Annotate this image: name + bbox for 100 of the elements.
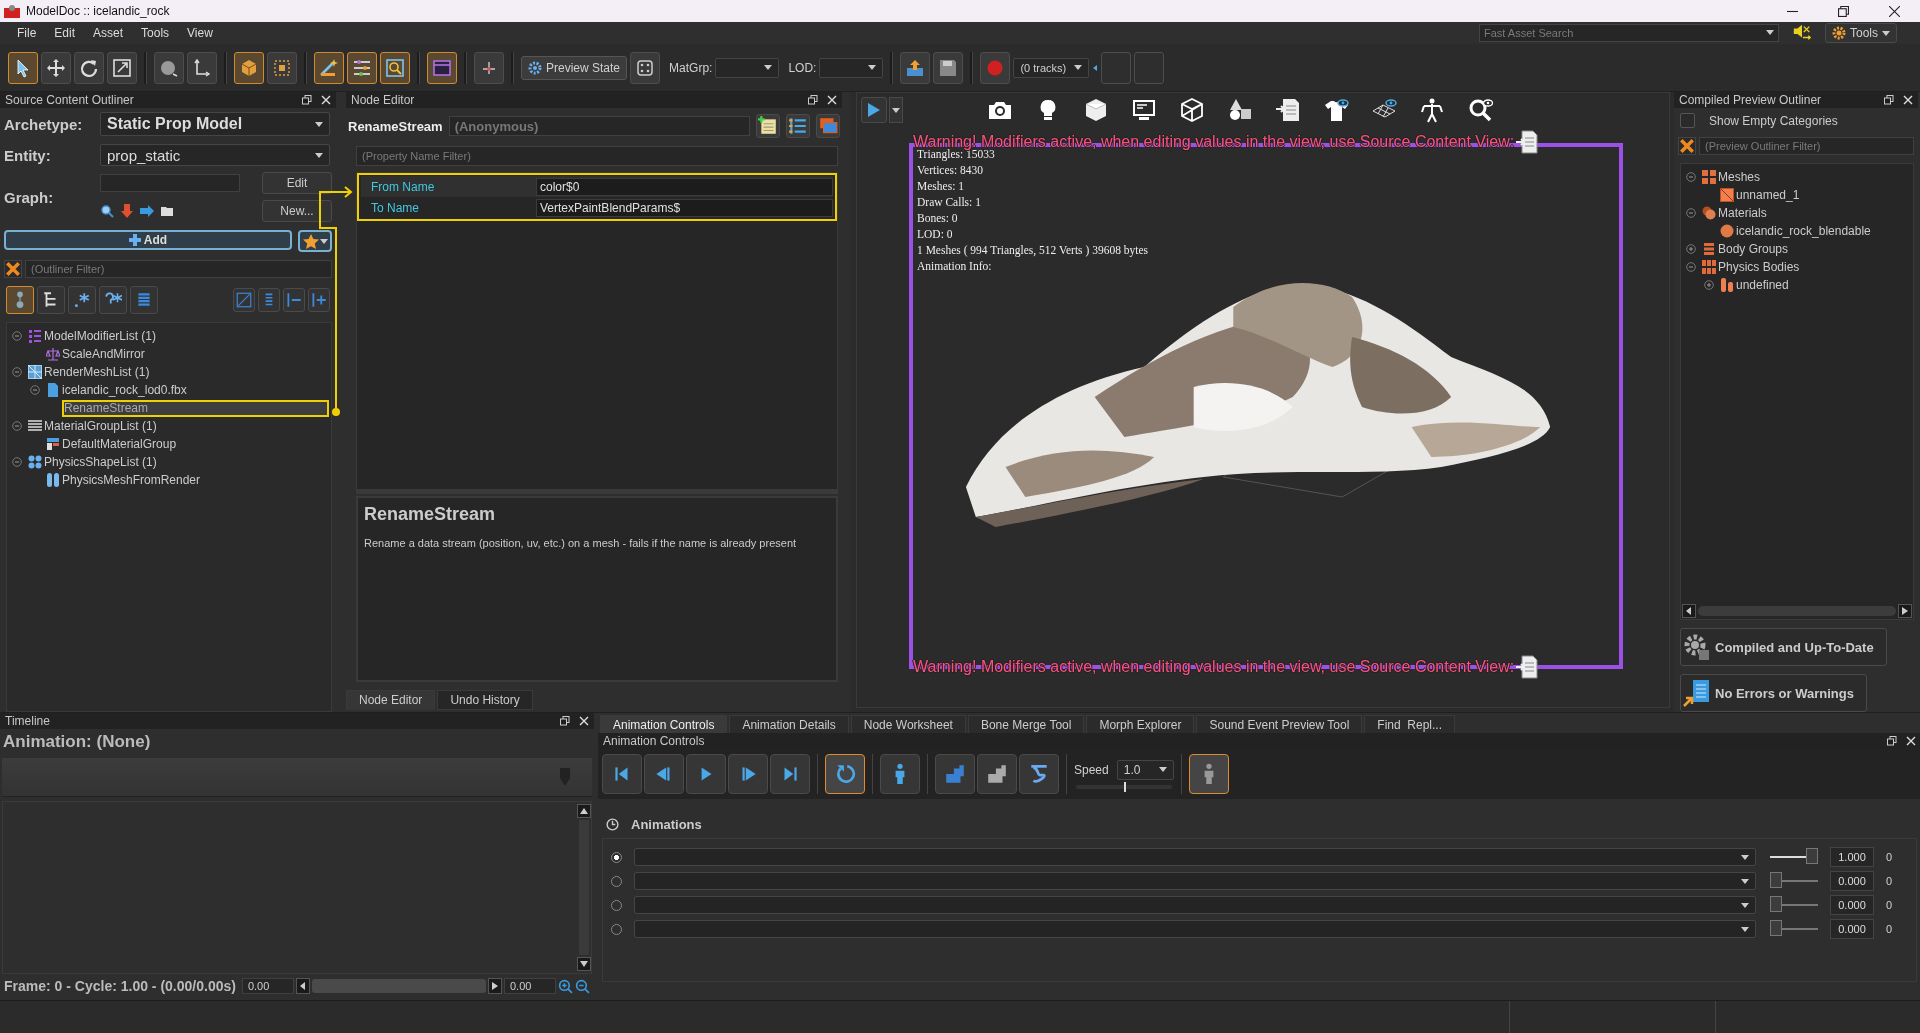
menu-item[interactable]: View [178,26,222,40]
collapse-icon[interactable] [1686,208,1696,218]
filter-field[interactable]: (Property Name Filter) [356,146,838,166]
scroll-left-button[interactable] [1682,604,1696,618]
windows-icon[interactable] [816,114,840,138]
weight-slider-thumb[interactable] [1770,920,1782,936]
playback-button[interactable] [825,754,865,794]
tool-button[interactable] [314,51,344,84]
tab[interactable]: Undo History [437,690,533,710]
graph-field[interactable] [100,174,240,192]
maximize-icon[interactable] [1838,5,1849,17]
scroll-left-button[interactable] [295,978,310,994]
tracks-dropdown[interactable]: (0 tracks) [1013,57,1090,78]
tree-item[interactable]: ScaleAndMirror [44,345,147,363]
property-value-field[interactable]: VertexPaintBlendParams$ [536,198,833,217]
collapse-all-button[interactable] [283,288,305,312]
close-icon[interactable] [1889,5,1900,17]
tree-item[interactable]: PhysicsShapeList (1) [26,453,159,471]
tree-item[interactable]: RenameStream [62,399,329,417]
tab[interactable]: Animation Controls [600,715,728,733]
scroll-right-button[interactable] [488,978,502,994]
figure-icon[interactable] [1419,97,1445,123]
collapse-icon[interactable] [1686,172,1696,182]
tab[interactable]: Bone Merge Tool [967,715,1085,733]
weight-slider-thumb[interactable] [1806,848,1818,864]
float-icon[interactable] [1887,736,1897,746]
document-icon[interactable] [1275,97,1301,123]
tool-button[interactable] [8,51,38,84]
tool-button[interactable] [234,51,264,84]
cube-icon[interactable] [1083,97,1109,123]
tab[interactable]: Animation Details [729,715,849,733]
menu-item[interactable]: Edit [45,26,85,40]
shirt-icon[interactable] [1323,97,1349,123]
tools-button[interactable]: Tools [1825,23,1897,43]
filter-field[interactable]: (Preview Outliner Filter) [1699,137,1914,155]
folder-icon[interactable] [160,204,174,218]
status-button[interactable]: Compiled and Up-To-Date [1680,628,1887,666]
playback-button[interactable] [602,754,642,794]
expand-icon[interactable] [1686,244,1696,254]
zoom-out-icon[interactable] [575,978,590,994]
save-button[interactable] [933,51,964,84]
tree-item[interactable]: Physics Bodies [1700,258,1802,276]
playback-button[interactable] [880,754,920,794]
collapse-icon[interactable] [12,331,22,341]
tree-item[interactable]: undefined [1718,276,1791,294]
weight-value[interactable]: 0.000 [1830,895,1874,915]
filter-field[interactable]: (Outliner Filter) [25,260,332,278]
zoom-in-icon[interactable] [558,978,573,994]
radio-button[interactable] [611,851,622,863]
tool-button[interactable] [107,51,137,84]
speed-dropdown[interactable]: 1.0 [1116,759,1174,780]
add-button[interactable]: Add [4,230,292,250]
tool-button[interactable] [347,51,377,84]
tree-item[interactable]: icelandic_rock_lod0.fbx [44,381,189,399]
range-scrollbar[interactable] [311,979,486,993]
expand-icon[interactable] [1704,280,1714,290]
play-menu-button[interactable] [889,97,903,123]
playback-button[interactable] [770,754,810,794]
document-icon[interactable] [1516,655,1539,679]
tool-button[interactable] [474,51,504,84]
playback-button[interactable] [1019,754,1059,794]
dice-button[interactable] [630,51,661,84]
collapse-icon[interactable] [1686,262,1696,272]
notes-add-icon[interactable] [756,114,780,138]
playback-button[interactable] [935,754,975,794]
float-icon[interactable] [560,716,570,726]
tree-item[interactable]: DefaultMaterialGroup [44,435,179,453]
arrow-right-icon[interactable] [140,204,154,218]
collapse-icon[interactable] [30,385,40,395]
playback-button[interactable] [977,754,1017,794]
collapse-icon[interactable] [12,421,22,431]
tree-item[interactable]: Body Groups [1700,240,1791,258]
ghost-figure-button[interactable] [1189,754,1229,794]
new-button[interactable]: New... [262,200,332,222]
tool-button[interactable] [187,51,217,84]
float-icon[interactable] [808,95,818,105]
tool-button[interactable] [74,51,104,84]
collapse-icon[interactable] [12,457,22,467]
favorites-button[interactable] [298,230,332,252]
menu-item[interactable]: Asset [84,26,133,40]
magnifier-icon[interactable] [100,204,114,218]
monitor-icon[interactable] [1131,97,1157,123]
menu-item[interactable]: File [8,26,46,40]
tab[interactable]: Find Repl... [1364,715,1456,733]
play-button[interactable] [861,97,887,123]
tool-button[interactable] [68,286,96,314]
weight-slider-thumb[interactable] [1770,896,1782,912]
tool-button[interactable] [267,51,297,84]
entity-dropdown[interactable]: prop_static [100,144,330,166]
tab[interactable]: Morph Explorer [1086,715,1195,733]
playback-button[interactable] [728,754,768,794]
tree-item[interactable]: unnamed_1 [1718,186,1802,204]
weight-value[interactable]: 0.000 [1830,871,1874,891]
weight-value[interactable]: 0.000 [1830,919,1874,939]
tab[interactable]: Node Worksheet [850,715,966,733]
list-icon[interactable] [786,114,810,138]
tool-button[interactable] [99,286,127,314]
tool-button[interactable] [154,51,184,84]
shapes-icon[interactable] [1227,97,1253,123]
scroll-down-button[interactable] [577,957,591,971]
